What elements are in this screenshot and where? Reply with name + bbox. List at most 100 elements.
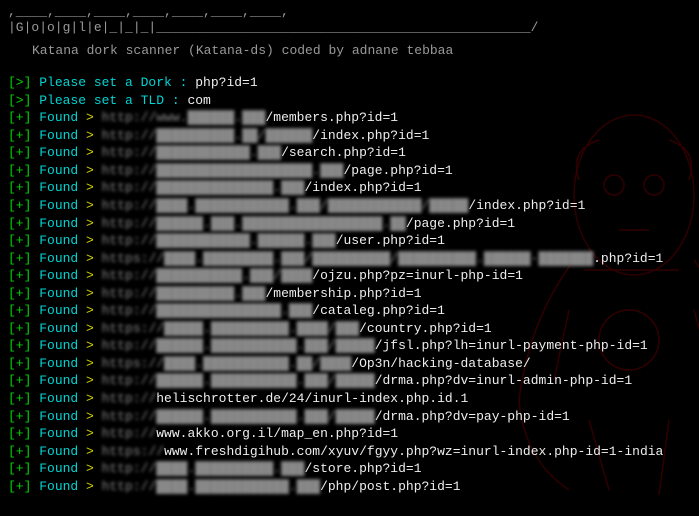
- found-label: Found: [39, 268, 86, 283]
- url-clear: /jfsl.php?lh=inurl-payment-php-id=1: [375, 338, 648, 353]
- url-clear: /membership.php?id=1: [265, 286, 421, 301]
- chevron-icon: >: [86, 128, 102, 143]
- found-label: Found: [39, 373, 86, 388]
- chevron-icon: >: [86, 338, 102, 353]
- chevron-icon: >: [86, 180, 102, 195]
- ascii-logo: ,____,____,____,____,____,____,____, |G|…: [8, 4, 691, 35]
- found-label: Found: [39, 461, 86, 476]
- result-marker: [+]: [8, 426, 39, 441]
- result-marker: [+]: [8, 479, 39, 494]
- url-blurred: https://████.█████████.███/██████████/██…: [102, 251, 593, 266]
- url-blurred: https://: [102, 444, 164, 459]
- result-marker: [+]: [8, 128, 39, 143]
- result-line: [+] Found > http://████████████████████.…: [8, 162, 691, 180]
- chevron-icon: >: [86, 216, 102, 231]
- result-line: [+] Found > http://██████.███.██████████…: [8, 215, 691, 233]
- result-marker: [+]: [8, 409, 39, 424]
- url-clear: /ojzu.php?pz=inurl-php-id=1: [312, 268, 523, 283]
- result-marker: [+]: [8, 321, 39, 336]
- result-line: [+] Found > https://████.███████████.██/…: [8, 355, 691, 373]
- result-marker: [+]: [8, 145, 39, 160]
- url-blurred: http://██████████.██/██████: [102, 128, 313, 143]
- result-line: [+] Found > https://www.freshdigihub.com…: [8, 443, 691, 461]
- chevron-icon: >: [86, 321, 102, 336]
- found-label: Found: [39, 321, 86, 336]
- found-label: Found: [39, 479, 86, 494]
- result-line: [+] Found > https://████.█████████.███/█…: [8, 250, 691, 268]
- result-marker: [+]: [8, 180, 39, 195]
- result-line: [+] Found > http://██████.███████████.██…: [8, 337, 691, 355]
- prompt-label: Please set a Dork :: [39, 75, 195, 90]
- found-label: Found: [39, 163, 86, 178]
- url-blurred: http://██████.███.██████████████████.██: [102, 216, 406, 231]
- url-clear: /page.php?id=1: [343, 163, 452, 178]
- prompt-marker: [>]: [8, 75, 39, 90]
- result-marker: [+]: [8, 391, 39, 406]
- url-clear: /php/post.php?id=1: [320, 479, 460, 494]
- prompt-label: Please set a TLD :: [39, 93, 187, 108]
- result-line: [+] Found > http://████████████████.███/…: [8, 302, 691, 320]
- result-line: [+] Found > https://█████.██████████.███…: [8, 320, 691, 338]
- chevron-icon: >: [86, 286, 102, 301]
- result-line: [+] Found > http://████.████████████.███…: [8, 478, 691, 496]
- url-blurred: http://www.██████.███: [102, 110, 266, 125]
- found-label: Found: [39, 391, 86, 406]
- found-label: Found: [39, 216, 86, 231]
- chevron-icon: >: [86, 356, 102, 371]
- result-marker: [+]: [8, 356, 39, 371]
- prompt-section: [>] Please set a Dork : php?id=1 [>] Plea…: [8, 74, 691, 109]
- found-label: Found: [39, 303, 86, 318]
- url-clear: www.akko.org.il/map_en.php?id=1: [156, 426, 398, 441]
- result-marker: [+]: [8, 198, 39, 213]
- prompt-line: [>] Please set a TLD : com: [8, 92, 691, 110]
- chevron-icon: >: [86, 426, 102, 441]
- url-clear: helischrotter.de/24/inurl-index.php.id.1: [156, 391, 468, 406]
- result-line: [+] Found > http://██████.███████████.██…: [8, 408, 691, 426]
- url-blurred: http://██████.███████████.███/█████: [102, 373, 375, 388]
- url-clear: /user.php?id=1: [336, 233, 445, 248]
- result-line: [+] Found > http://██████████.███/member…: [8, 285, 691, 303]
- chevron-icon: >: [86, 268, 102, 283]
- found-label: Found: [39, 251, 86, 266]
- url-clear: /page.php?id=1: [406, 216, 515, 231]
- result-marker: [+]: [8, 286, 39, 301]
- url-clear: /index.php?id=1: [304, 180, 421, 195]
- url-clear: /index.php?id=1: [468, 198, 585, 213]
- found-label: Found: [39, 356, 86, 371]
- chevron-icon: >: [86, 303, 102, 318]
- result-marker: [+]: [8, 216, 39, 231]
- result-line: [+] Found > http://██████████.██/██████/…: [8, 127, 691, 145]
- url-blurred: http://████████████.██████.███: [102, 233, 336, 248]
- prompt-marker: [>]: [8, 93, 39, 108]
- url-blurred: http://████.████████████.███/███████████…: [102, 198, 469, 213]
- result-marker: [+]: [8, 338, 39, 353]
- result-line: [+] Found > http://██████.███████████.██…: [8, 372, 691, 390]
- url-blurred: http://██████.███████████.███/█████: [102, 338, 375, 353]
- chevron-icon: >: [86, 145, 102, 160]
- found-label: Found: [39, 444, 86, 459]
- found-label: Found: [39, 198, 86, 213]
- result-line: [+] Found > http://███████████.███/████/…: [8, 267, 691, 285]
- url-clear: www.freshdigihub.com/xyuv/fgyy.php?wz=in…: [164, 444, 663, 459]
- results-section: [+] Found > http://www.██████.███/member…: [8, 109, 691, 495]
- result-marker: [+]: [8, 268, 39, 283]
- prompt-value: php?id=1: [195, 75, 257, 90]
- result-marker: [+]: [8, 373, 39, 388]
- result-line: [+] Found > http://████.██████████.███/s…: [8, 460, 691, 478]
- chevron-icon: >: [86, 444, 102, 459]
- result-marker: [+]: [8, 163, 39, 178]
- result-line: [+] Found > http://helischrotter.de/24/i…: [8, 390, 691, 408]
- url-blurred: http://██████.███████████.███/█████: [102, 409, 375, 424]
- found-label: Found: [39, 110, 86, 125]
- url-blurred: http://████████████████.███: [102, 303, 313, 318]
- url-blurred: http://██████████.███: [102, 286, 266, 301]
- result-marker: [+]: [8, 233, 39, 248]
- result-line: [+] Found > http://www.akko.org.il/map_e…: [8, 425, 691, 443]
- chevron-icon: >: [86, 251, 102, 266]
- chevron-icon: >: [86, 409, 102, 424]
- url-clear: /store.php?id=1: [304, 461, 421, 476]
- url-clear: /members.php?id=1: [265, 110, 398, 125]
- result-line: [+] Found > http://███████████████.███/i…: [8, 179, 691, 197]
- chevron-icon: >: [86, 198, 102, 213]
- url-clear: /country.php?id=1: [359, 321, 492, 336]
